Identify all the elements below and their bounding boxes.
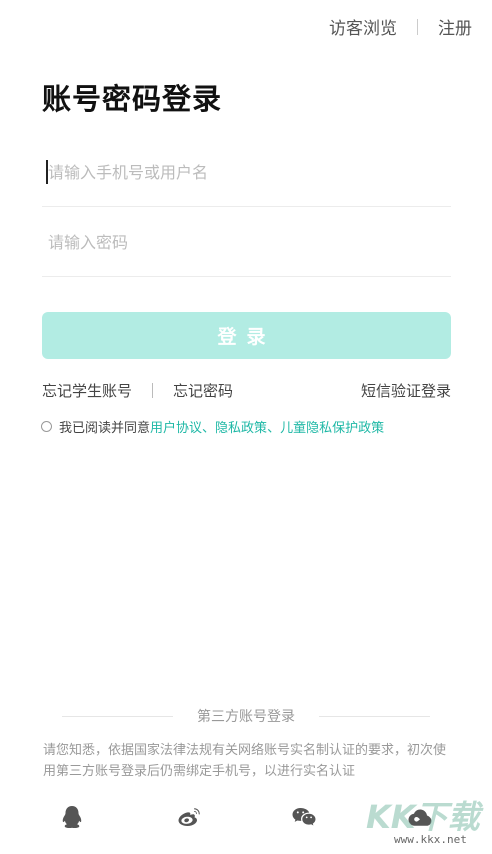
wechat-icon[interactable]	[289, 802, 319, 832]
privacy-policy-link[interactable]: 隐私政策	[215, 417, 267, 436]
watermark-url: www.kkx.net	[394, 833, 467, 846]
register-link[interactable]: 注册	[438, 14, 472, 39]
links-divider	[152, 383, 154, 398]
username-input[interactable]	[42, 162, 451, 182]
agreement-prefix: 我已阅读并同意	[59, 421, 151, 436]
watermark: KK下载 www.kkx.net	[366, 792, 484, 846]
sms-login-link[interactable]: 短信验证登录	[361, 380, 451, 401]
agreement-separator: 、	[202, 421, 216, 436]
password-field[interactable]	[42, 224, 451, 260]
third-party-title: 第三方账号登录	[197, 709, 295, 725]
user-agreement-link[interactable]: 用户协议	[150, 417, 202, 436]
third-party-header: 第三方账号登录	[62, 706, 430, 726]
login-button[interactable]: 登录	[42, 312, 451, 359]
top-bar: 访客浏览 注册	[329, 14, 472, 39]
forgot-student-account-link[interactable]: 忘记学生账号	[42, 380, 132, 401]
agreement-separator: 、	[267, 421, 281, 436]
username-field[interactable]	[42, 154, 451, 190]
child-privacy-policy-link[interactable]: 儿童隐私保护政策	[280, 417, 384, 436]
divider-line-right	[319, 715, 430, 717]
guest-browse-link[interactable]: 访客浏览	[329, 14, 397, 39]
password-input[interactable]	[42, 232, 451, 252]
forgot-password-link[interactable]: 忘记密码	[173, 380, 233, 401]
username-divider	[42, 206, 451, 207]
weibo-icon[interactable]	[174, 802, 204, 832]
topbar-divider	[417, 18, 418, 35]
auxiliary-links: 忘记学生账号 忘记密码 短信验证登录	[42, 380, 451, 401]
page-title: 账号密码登录	[42, 82, 223, 116]
qq-icon[interactable]	[57, 802, 87, 832]
agreement-row: 我已阅读并同意 用户协议 、 隐私政策 、 儿童隐私保护政策	[41, 417, 384, 436]
password-divider	[42, 276, 451, 277]
watermark-logo: KK下载	[366, 798, 480, 836]
agreement-checkbox[interactable]	[41, 421, 52, 432]
text-caret	[46, 160, 48, 184]
divider-line-left	[62, 715, 173, 717]
real-name-notice: 请您知悉，依据国家法律法规有关网络账号实名制认证的要求，初次使用第三方账号登录后…	[43, 743, 447, 779]
